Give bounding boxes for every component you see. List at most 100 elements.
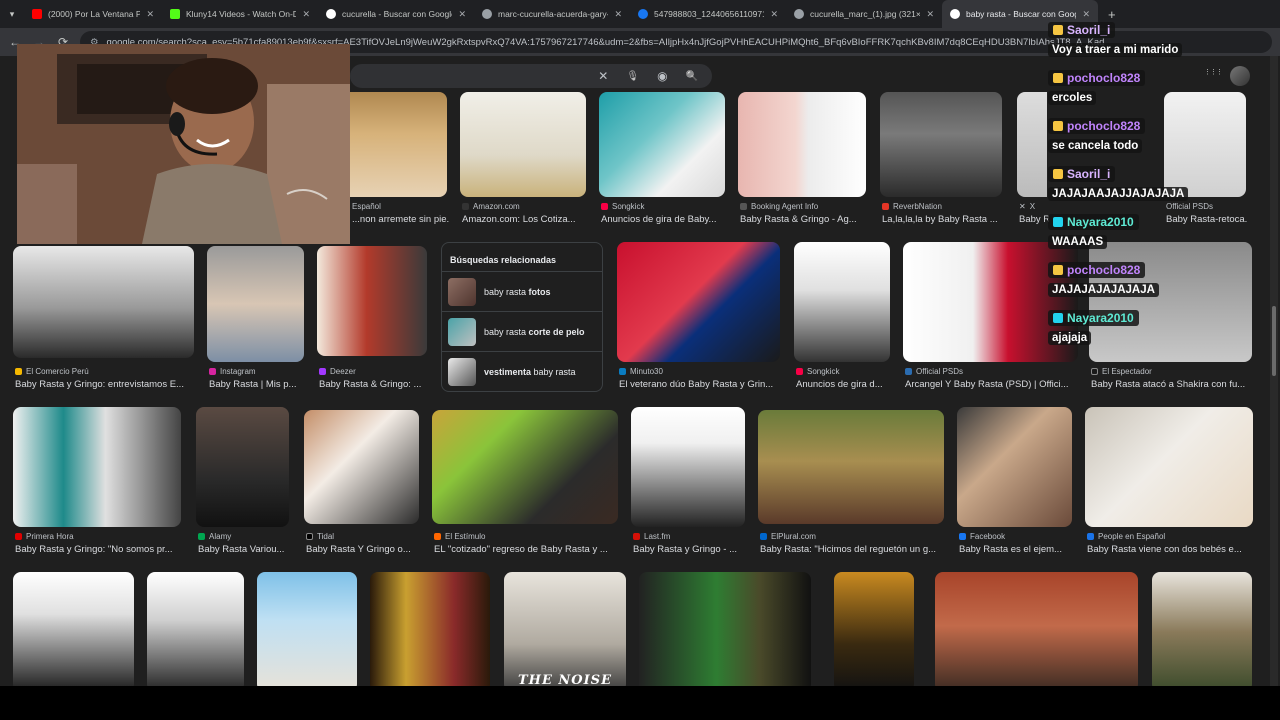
chat-text: Voy a traer a mi marido [1048, 43, 1183, 57]
subscriber-badge-icon [1053, 25, 1063, 35]
tab-4[interactable]: 547988803_12440656110971 ✕ [630, 0, 786, 28]
reverbnation-icon [882, 203, 889, 210]
chat-text: WAAAAS [1048, 235, 1108, 249]
related-search-item[interactable]: baby rasta corte de pelo [442, 311, 602, 351]
chat-text: ajajaja [1048, 331, 1092, 345]
result-source: Official PSDs [1166, 202, 1213, 211]
image-result[interactable]: Amazon.com Amazon.com: Los Cotiza... [460, 92, 586, 225]
result-source: Minuto30 [619, 367, 663, 376]
image-result[interactable]: El Comercio Perú Baby Rasta y Gringo: en… [13, 246, 194, 390]
tab-search-button[interactable]: ▾ [0, 0, 24, 28]
result-thumbnail [639, 572, 811, 686]
result-thumbnail [957, 407, 1072, 527]
related-thumbnail [448, 317, 476, 346]
result-source: Songkick [796, 367, 839, 376]
image-result[interactable]: Tidal Baby Rasta Y Gringo o... [304, 410, 419, 555]
officialpsds-icon [905, 368, 912, 375]
result-source: Last.fm [633, 532, 670, 541]
chat-message: Nayara2010 WAAAAS [1048, 214, 1139, 250]
account-avatar[interactable] [1230, 66, 1250, 86]
related-search-item[interactable]: baby rasta fotos [442, 271, 602, 311]
tab-1[interactable]: Kluny14 Videos - Watch On-Dem ✕ [162, 0, 318, 28]
result-thumbnail [1085, 407, 1253, 527]
search-input[interactable]: ✕ 🎙 ◉ 🔍 [350, 64, 712, 88]
apps-icon[interactable]: ⋮⋮⋮ [1204, 68, 1223, 76]
tab-0[interactable]: (2000) Por La Ventana Podcast - ✕ [24, 0, 162, 28]
tab-title: marc-cucurella-acuerda-gary-n [498, 9, 609, 19]
image-result[interactable] [639, 572, 811, 686]
image-result[interactable]: Last.fm Baby Rasta y Gringo - ... [631, 407, 745, 555]
elestimulo-icon [434, 533, 441, 540]
close-icon[interactable]: ✕ [458, 9, 466, 20]
result-source: Booking Agent Info [740, 202, 818, 211]
image-result[interactable]: Songkick Anuncios de gira d... [794, 242, 890, 390]
image-result[interactable]: El Estímulo EL "cotizado" regreso de Bab… [432, 410, 618, 555]
search-icon[interactable]: 🔍 [686, 71, 698, 82]
image-result[interactable]: Alamy Baby Rasta Variou... [196, 407, 289, 555]
tab-title: (2000) Por La Ventana Podcast - [48, 9, 141, 19]
result-thumbnail [257, 572, 357, 686]
tab-3[interactable]: marc-cucurella-acuerda-gary-n ✕ [474, 0, 630, 28]
related-search-item[interactable]: vestimenta baby rasta [442, 351, 602, 391]
close-icon[interactable]: ✕ [770, 9, 778, 20]
image-result[interactable] [1152, 572, 1252, 686]
image-result[interactable]: Español ...non arremete sin pie... [350, 92, 449, 225]
tab-2[interactable]: cucurella - Buscar con Google ✕ [318, 0, 474, 28]
lastfm-icon [633, 533, 640, 540]
microphone-icon[interactable]: 🎙 [626, 71, 639, 82]
clear-icon[interactable]: ✕ [598, 69, 608, 83]
image-result[interactable]: Minuto30 El veterano dúo Baby Rasta y Gr… [617, 242, 780, 390]
tab-title: cucurella - Buscar con Google [342, 9, 453, 19]
result-source: Tidal [306, 532, 334, 541]
image-result[interactable]: ElPlural.com Baby Rasta: "Hicimos del re… [758, 410, 944, 555]
album-text: THE NOISE [518, 673, 612, 686]
image-result[interactable] [370, 572, 490, 686]
image-result[interactable]: Facebook Baby Rasta es el ejem... [957, 407, 1072, 555]
close-icon[interactable]: ✕ [1082, 9, 1090, 20]
chat-message: pochoclo828 JAJAJAJAJAJAJA [1048, 262, 1159, 298]
lens-icon[interactable]: ◉ [657, 69, 667, 83]
image-result[interactable] [935, 572, 1138, 686]
result-thumbnail: THE NOISE [504, 572, 626, 686]
image-result[interactable]: Songkick Anuncios de gira de Baby... [599, 92, 725, 225]
result-thumbnail [738, 92, 866, 197]
close-icon[interactable]: ✕ [146, 9, 154, 20]
close-icon[interactable]: ✕ [302, 9, 310, 20]
scrollbar-thumb[interactable] [1272, 306, 1276, 376]
result-caption: Baby Rasta y Gringo - ... [633, 544, 738, 555]
chat-username: pochoclo828 [1048, 118, 1146, 134]
subscriber-badge-icon [1053, 121, 1063, 131]
page-scrollbar[interactable] [1270, 56, 1278, 686]
image-result[interactable]: Instagram Baby Rasta | Mis p... [207, 246, 304, 390]
result-source: Facebook [959, 532, 1005, 541]
chat-username: pochoclo828 [1048, 70, 1146, 86]
image-result[interactable]: Deezer Baby Rasta & Gringo: ... [317, 246, 427, 390]
image-result[interactable]: ReverbNation La,la,la,la by Baby Rasta .… [880, 92, 1002, 225]
image-result[interactable] [147, 572, 244, 686]
result-source: El Estímulo [434, 532, 485, 541]
image-result[interactable] [13, 572, 134, 686]
result-thumbnail [1152, 572, 1252, 686]
image-result[interactable]: ✕X Baby Ra... [1017, 92, 1049, 225]
result-source: Deezer [319, 367, 356, 376]
image-result[interactable] [257, 572, 357, 686]
close-icon[interactable]: ✕ [614, 9, 622, 20]
tab-5[interactable]: cucurella_marc_(1).jpg (321×38 ✕ [786, 0, 942, 28]
result-source: Amazon.com [462, 202, 520, 211]
image-result[interactable]: Primera Hora Baby Rasta y Gringo: "No so… [13, 407, 181, 555]
close-icon[interactable]: ✕ [926, 9, 934, 20]
booking-icon [740, 203, 747, 210]
result-thumbnail [304, 410, 419, 524]
image-result[interactable]: People en Español Baby Rasta viene con d… [1085, 407, 1253, 555]
chat-username: Saoril_i [1048, 22, 1116, 38]
result-caption: Baby Rasta es el ejem... [959, 544, 1062, 555]
image-result[interactable]: THE NOISE [504, 572, 626, 686]
peopleenespanol-icon [1087, 533, 1094, 540]
result-caption: Baby Rasta | Mis p... [209, 379, 297, 390]
image-result[interactable]: Booking Agent Info Baby Rasta & Gringo -… [738, 92, 866, 225]
result-source: Songkick [601, 202, 644, 211]
deezer-icon [319, 368, 326, 375]
result-thumbnail [13, 572, 134, 686]
new-tab-button[interactable]: + [1098, 7, 1126, 22]
image-result[interactable] [834, 572, 914, 686]
